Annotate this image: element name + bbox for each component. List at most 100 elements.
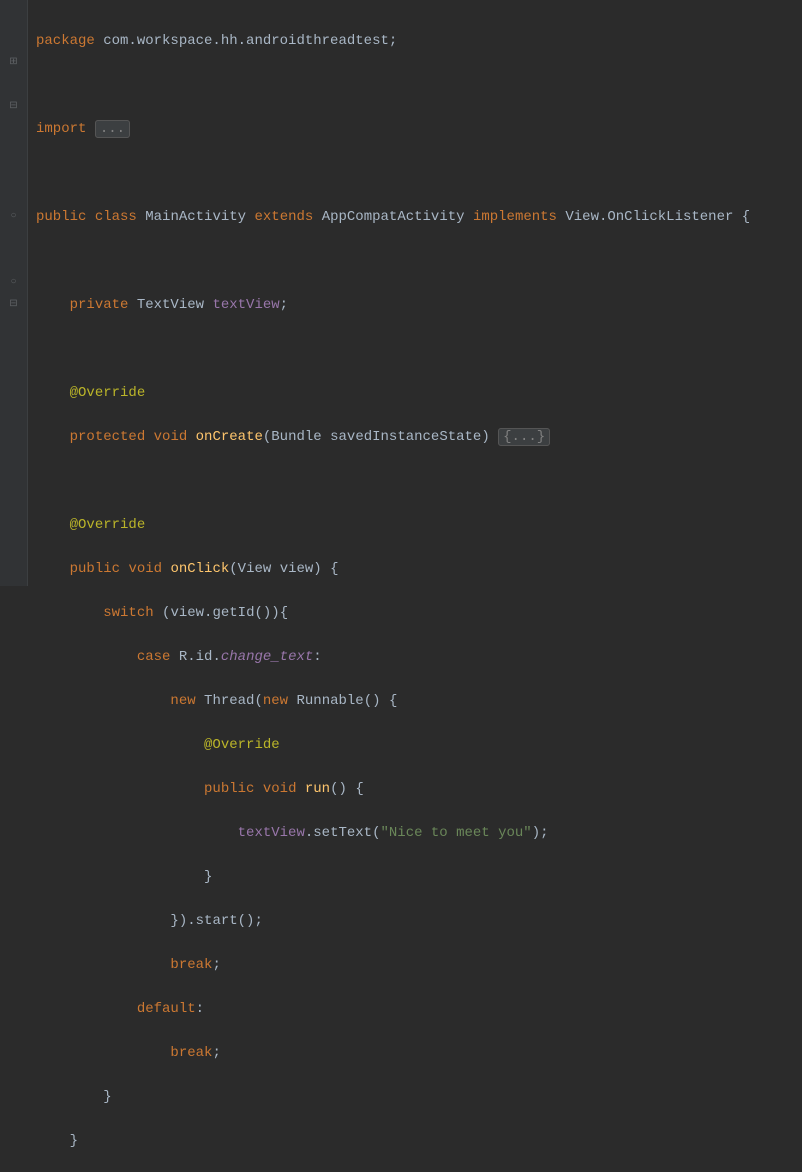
code-line: public class MainActivity extends AppCom… [36,206,750,228]
brace-close: } [70,1133,78,1149]
annotation-override: @Override [70,385,146,401]
keyword-protected: protected [70,429,146,445]
brace-open: { [742,209,750,225]
code-line: break; [36,954,750,976]
method-onclick: onClick [170,561,229,577]
class-name: MainActivity [145,209,246,225]
parens: () [330,781,347,797]
keyword-public: public [36,209,86,225]
paren-open: ( [162,605,170,621]
brace-open: { [389,693,397,709]
fold-minus-icon[interactable]: ⊟ [0,96,27,118]
gutter-blank [0,74,27,96]
paren-open: ( [254,693,262,709]
keyword-public: public [204,781,254,797]
keyword-import: import [36,121,86,137]
gutter-blank [0,140,27,162]
code-line: @Override [36,734,750,756]
type-bundle: Bundle [271,429,321,445]
semicolon: ; [389,33,397,49]
gutter-blank [0,162,27,184]
method-run: run [305,781,330,797]
method-call: .start() [187,913,254,929]
keyword-void: void [154,429,188,445]
string-literal: "Nice to meet you" [380,825,531,841]
code-line: package com.workspace.hh.androidthreadte… [36,30,750,52]
r-id: R.id. [179,649,221,665]
param-name: view [280,561,314,577]
editor-gutter: ⊞ ⊟ ○ ○ ⊟ [0,0,28,586]
code-line [36,338,750,360]
gutter-blank [0,30,27,52]
code-line: switch (view.getId()){ [36,602,750,624]
package-name: com.workspace.hh.androidthreadtest [103,33,389,49]
code-line: protected void onCreate(Bundle savedInst… [36,426,750,448]
annotation-override: @Override [70,517,146,533]
keyword-void: void [128,561,162,577]
code-editor[interactable]: package com.workspace.hh.androidthreadte… [28,0,750,586]
resource-id: change_text [221,649,313,665]
override-marker-icon[interactable]: ○ [0,272,27,294]
brace-close: }) [170,913,187,929]
code-line [36,470,750,492]
keyword-new: new [263,693,288,709]
paren-open: () [364,693,381,709]
gutter-blank [0,250,27,272]
colon: : [313,649,321,665]
method-oncreate: onCreate [196,429,263,445]
code-line: new Thread(new Runnable() { [36,690,750,712]
code-line: } [36,1086,750,1108]
brace-close: } [204,869,212,885]
code-line: }).start(); [36,910,750,932]
code-line: @Override [36,514,750,536]
keyword-default: default [137,1001,196,1017]
keyword-private: private [70,297,129,313]
keyword-switch: switch [103,605,153,621]
type-thread: Thread [204,693,254,709]
semicolon: ; [212,957,220,973]
keyword-void: void [263,781,297,797]
code-line: } [36,1130,750,1152]
super-class: AppCompatActivity [322,209,465,225]
code-line: @Override [36,382,750,404]
paren-close: ) [481,429,489,445]
brace-open: { [355,781,363,797]
fold-region[interactable]: {...} [498,428,550,446]
brace-open: { [330,561,338,577]
code-line: public void onClick(View view) { [36,558,750,580]
annotation-override: @Override [204,737,280,753]
fold-region[interactable]: ... [95,120,130,138]
brace-close: } [103,1089,111,1105]
semicolon: ; [212,1045,220,1061]
keyword-case: case [137,649,171,665]
field-name: textView [212,297,279,313]
code-line: } [36,866,750,888]
code-line: import ... [36,118,750,140]
keyword-extends: extends [254,209,313,225]
keyword-implements: implements [473,209,557,225]
param-name: savedInstanceState [330,429,481,445]
code-line [36,250,750,272]
keyword-break: break [170,957,212,973]
fold-plus-icon[interactable]: ⊞ [0,52,27,74]
code-line: textView.setText("Nice to meet you"); [36,822,750,844]
semicolon: ; [254,913,262,929]
code-line: public void run() { [36,778,750,800]
paren-close: ) [271,605,279,621]
keyword-new: new [170,693,195,709]
type-view: View [238,561,272,577]
gutter-blank [0,8,27,30]
close: ); [532,825,549,841]
keyword-class: class [95,209,137,225]
code-line: private TextView textView; [36,294,750,316]
type-runnable: Runnable [297,693,364,709]
semicolon: ; [280,297,288,313]
interface-name: View.OnClickListener [565,209,733,225]
gutter-blank [0,118,27,140]
code-line: break; [36,1042,750,1064]
keyword-package: package [36,33,95,49]
fold-minus-icon[interactable]: ⊟ [0,294,27,316]
code-line [36,162,750,184]
code-line [36,74,750,96]
override-marker-icon[interactable]: ○ [0,206,27,228]
